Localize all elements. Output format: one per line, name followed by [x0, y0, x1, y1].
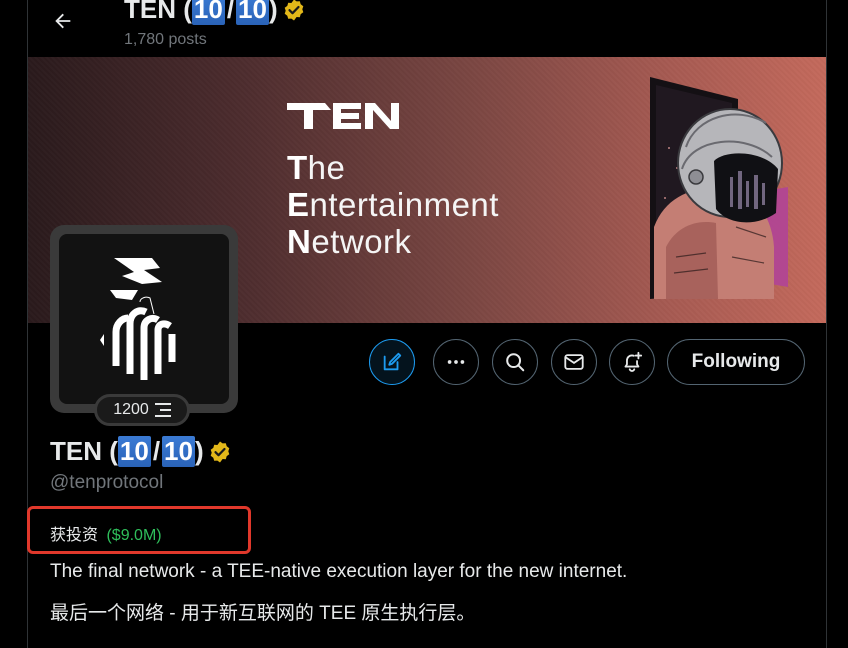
back-button[interactable]	[44, 2, 82, 40]
tagline-rest-3: etwork	[311, 223, 412, 260]
tagline-rest-1: he	[307, 149, 346, 186]
profile-handle: @tenprotocol	[50, 472, 164, 493]
tagline-line-3: Network	[287, 223, 499, 260]
score-value: 1200	[113, 401, 149, 418]
tagline-line-2: Entertainment	[287, 186, 499, 223]
header-profile-name: TEN ( 10 / 10 )	[124, 0, 306, 25]
mail-icon	[564, 354, 584, 370]
list-icon	[154, 403, 171, 417]
profile-display-name: TEN ( 10 / 10 )	[50, 436, 232, 467]
more-button[interactable]	[433, 339, 479, 385]
arrow-left-icon	[55, 13, 71, 29]
search-icon	[506, 353, 525, 372]
edit-button[interactable]	[369, 339, 415, 385]
bio-chinese: 最后一个网络 - 用于新互联网的 TEE 原生执行层。	[50, 603, 476, 624]
name-prefix: TEN (	[50, 436, 118, 466]
bell-plus-icon	[624, 351, 643, 372]
name-suffix: )	[194, 436, 204, 466]
more-icon	[447, 360, 465, 364]
astronaut-illustration	[650, 77, 788, 299]
search-button[interactable]	[492, 339, 538, 385]
verified-badge-icon[interactable]	[208, 440, 232, 464]
ten-avatar-logo-icon	[100, 258, 176, 380]
header-name-num2: 10	[236, 0, 269, 25]
ten-logo	[287, 103, 399, 129]
header-name-num1: 10	[191, 0, 225, 25]
funding-label: 获投资	[50, 527, 99, 544]
header-name-prefix: TEN (	[124, 0, 192, 24]
funding-amount[interactable]: ($9.0M)	[106, 527, 161, 544]
tagline-line-1: The	[287, 149, 499, 186]
header-name-suffix: )	[268, 0, 278, 24]
name-sep: /	[152, 436, 161, 466]
name-num2: 10	[162, 436, 195, 467]
score-badge[interactable]: 1200	[94, 394, 190, 426]
header-name-sep: /	[226, 0, 235, 24]
avatar-image	[59, 234, 229, 404]
banner-tagline: The Entertainment Network	[287, 149, 499, 260]
profile-page: TEN ( 10 / 10 ) 1,780 posts The Entertai…	[0, 0, 848, 648]
message-button[interactable]	[551, 339, 597, 385]
verified-badge-icon	[284, 0, 303, 20]
tagline-initial-1: T	[287, 149, 308, 186]
tagline-initial-2: E	[287, 186, 310, 223]
edit-icon	[383, 352, 402, 371]
following-button[interactable]: Following	[667, 339, 805, 385]
funding-info: 获投资 ($9.0M)	[50, 521, 162, 545]
tagline-initial-3: N	[287, 223, 312, 260]
profile-avatar[interactable]	[50, 225, 238, 413]
post-count: 1,780 posts	[124, 31, 207, 48]
name-num1: 10	[117, 436, 151, 467]
tagline-rest-2: ntertainment	[309, 186, 499, 223]
column-border-right	[826, 0, 827, 648]
bio-english: The final network - a TEE-native executi…	[50, 561, 628, 582]
notify-button[interactable]	[609, 339, 655, 385]
